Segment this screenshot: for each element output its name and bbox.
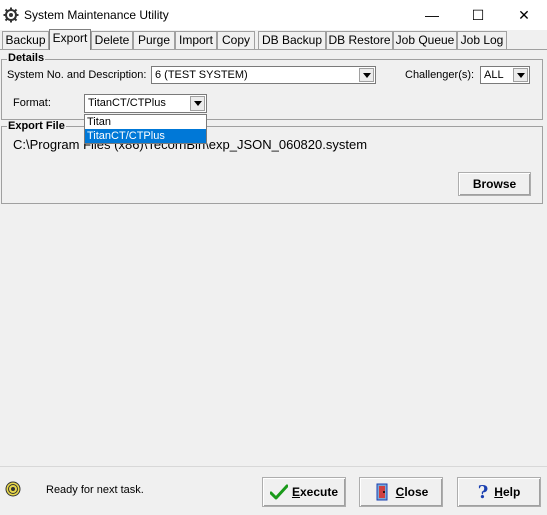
challenger-select-dropdown-button[interactable] (513, 68, 528, 82)
maximize-button[interactable]: ☐ (455, 0, 501, 30)
status-indicator-icon (5, 481, 21, 497)
tab-copy[interactable]: Copy (217, 31, 255, 49)
tab-delete[interactable]: Delete (91, 31, 133, 49)
execute-button[interactable]: Execute (262, 477, 346, 507)
maximize-icon: ☐ (471, 6, 485, 23)
format-option-titan[interactable]: Titan (85, 115, 206, 129)
title-bar: System Maintenance Utility — ☐ ✕ (0, 0, 547, 30)
help-button-label: Help (494, 485, 521, 499)
browse-button-label: Browse (472, 177, 517, 191)
tab-db-restore[interactable]: DB Restore (326, 31, 393, 49)
system-select-dropdown-button[interactable] (359, 68, 374, 82)
challenger-label: Challenger(s): (405, 69, 475, 81)
checkmark-icon (269, 484, 288, 500)
format-select-dropdown-button[interactable] (190, 96, 205, 111)
tab-db-backup[interactable]: DB Backup (258, 31, 326, 49)
details-group-label: Details (7, 52, 46, 64)
minimize-button[interactable]: — (409, 0, 455, 30)
format-select[interactable]: TitanCT/CTPlus (84, 94, 207, 113)
chevron-down-icon (362, 72, 371, 78)
tab-export[interactable]: Export (49, 29, 91, 50)
tab-purge[interactable]: Purge (133, 31, 175, 49)
door-exit-icon (376, 483, 388, 501)
challenger-select-value: ALL (484, 69, 504, 81)
help-question-icon: ? (477, 481, 489, 503)
close-icon: ✕ (518, 6, 530, 23)
close-button-label: Close (395, 485, 429, 499)
gear-icon (3, 7, 19, 23)
status-text: Ready for next task. (46, 484, 144, 496)
chevron-down-icon (193, 101, 202, 106)
minimize-icon: — (425, 7, 439, 23)
format-label: Format: (13, 97, 51, 109)
tab-import[interactable]: Import (175, 31, 217, 49)
system-select[interactable]: 6 (TEST SYSTEM) (151, 66, 376, 84)
browse-button[interactable]: Browse (458, 172, 531, 196)
tab-job-queue[interactable]: Job Queue (393, 31, 457, 49)
format-dropdown-list: Titan TitanCT/CTPlus (84, 114, 207, 144)
format-select-value: TitanCT/CTPlus (88, 97, 166, 109)
help-button[interactable]: ? Help (457, 477, 541, 507)
export-file-group-label: Export File (7, 120, 66, 132)
challenger-select[interactable]: ALL (480, 66, 530, 84)
tab-backup[interactable]: Backup (2, 31, 49, 49)
format-option-titanct-ctplus[interactable]: TitanCT/CTPlus (85, 129, 206, 143)
execute-button-label: Execute (291, 485, 339, 499)
tab-job-log[interactable]: Job Log (457, 31, 507, 49)
system-label: System No. and Description: (7, 69, 147, 81)
close-window-button[interactable]: ✕ (501, 0, 547, 30)
chevron-down-icon (516, 72, 525, 78)
status-divider (0, 466, 547, 467)
close-button[interactable]: Close (359, 477, 443, 507)
system-select-value: 6 (TEST SYSTEM) (155, 69, 248, 81)
window-title: System Maintenance Utility (24, 8, 169, 22)
